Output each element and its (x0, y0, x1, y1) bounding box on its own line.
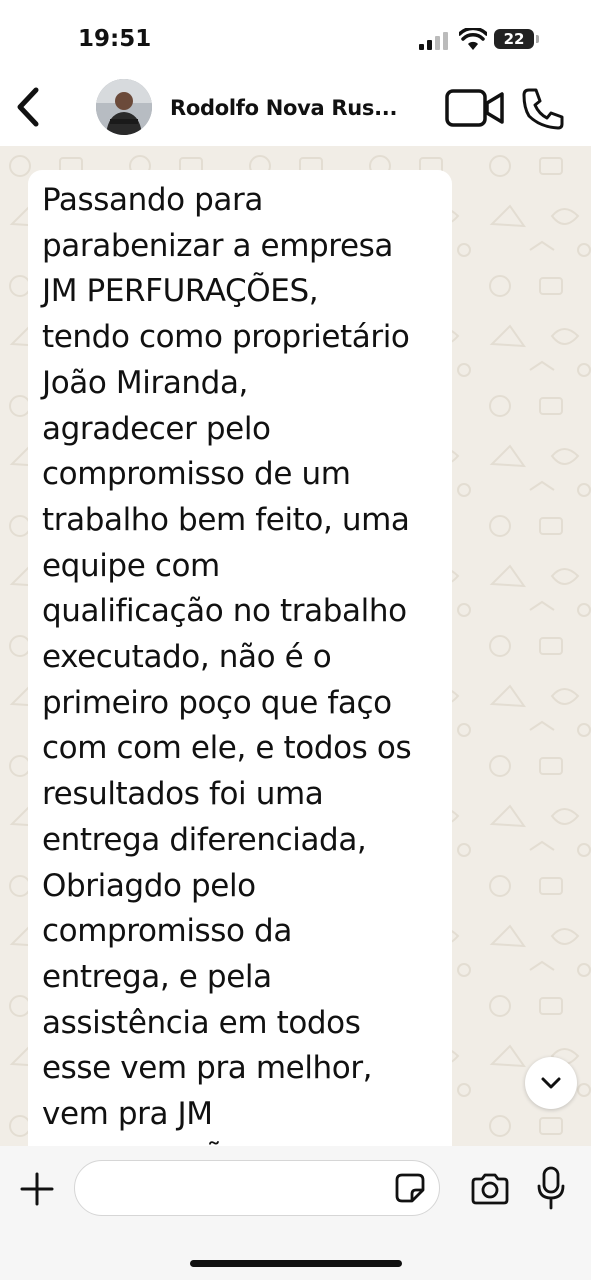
back-arrow-icon[interactable] (12, 84, 46, 130)
contact-name[interactable]: Rodolfo Nova Rus... (170, 96, 410, 120)
video-call-icon[interactable] (444, 87, 506, 129)
battery-icon: 22 (494, 29, 534, 49)
sticker-icon[interactable] (394, 1172, 426, 1204)
chat-header: Rodolfo Nova Rus... (0, 70, 591, 218)
camera-icon[interactable] (470, 1172, 510, 1206)
home-indicator (190, 1260, 402, 1267)
chat-area[interactable]: Passando para parabenizar a empresa JM P… (0, 146, 591, 1146)
status-bar: 19:51 22 (0, 0, 591, 70)
message-input[interactable] (74, 1160, 440, 1216)
chevron-down-icon (541, 1077, 561, 1089)
battery-tip (536, 35, 539, 43)
battery-level: 22 (503, 30, 525, 48)
phone-call-icon[interactable] (520, 86, 566, 132)
avatar[interactable] (96, 79, 152, 135)
scroll-down-button[interactable] (525, 1057, 577, 1109)
wifi-icon (459, 28, 487, 50)
signal-icon (419, 32, 448, 50)
plus-icon[interactable] (18, 1170, 56, 1208)
microphone-icon[interactable] (536, 1166, 566, 1210)
input-bar (0, 1146, 591, 1280)
avatar-photo (96, 79, 152, 135)
status-time: 19:51 (78, 26, 152, 52)
message-text: Passando para parabenizar a empresa JM P… (42, 182, 412, 1146)
message-bubble[interactable]: Passando para parabenizar a empresa JM P… (28, 170, 452, 1146)
